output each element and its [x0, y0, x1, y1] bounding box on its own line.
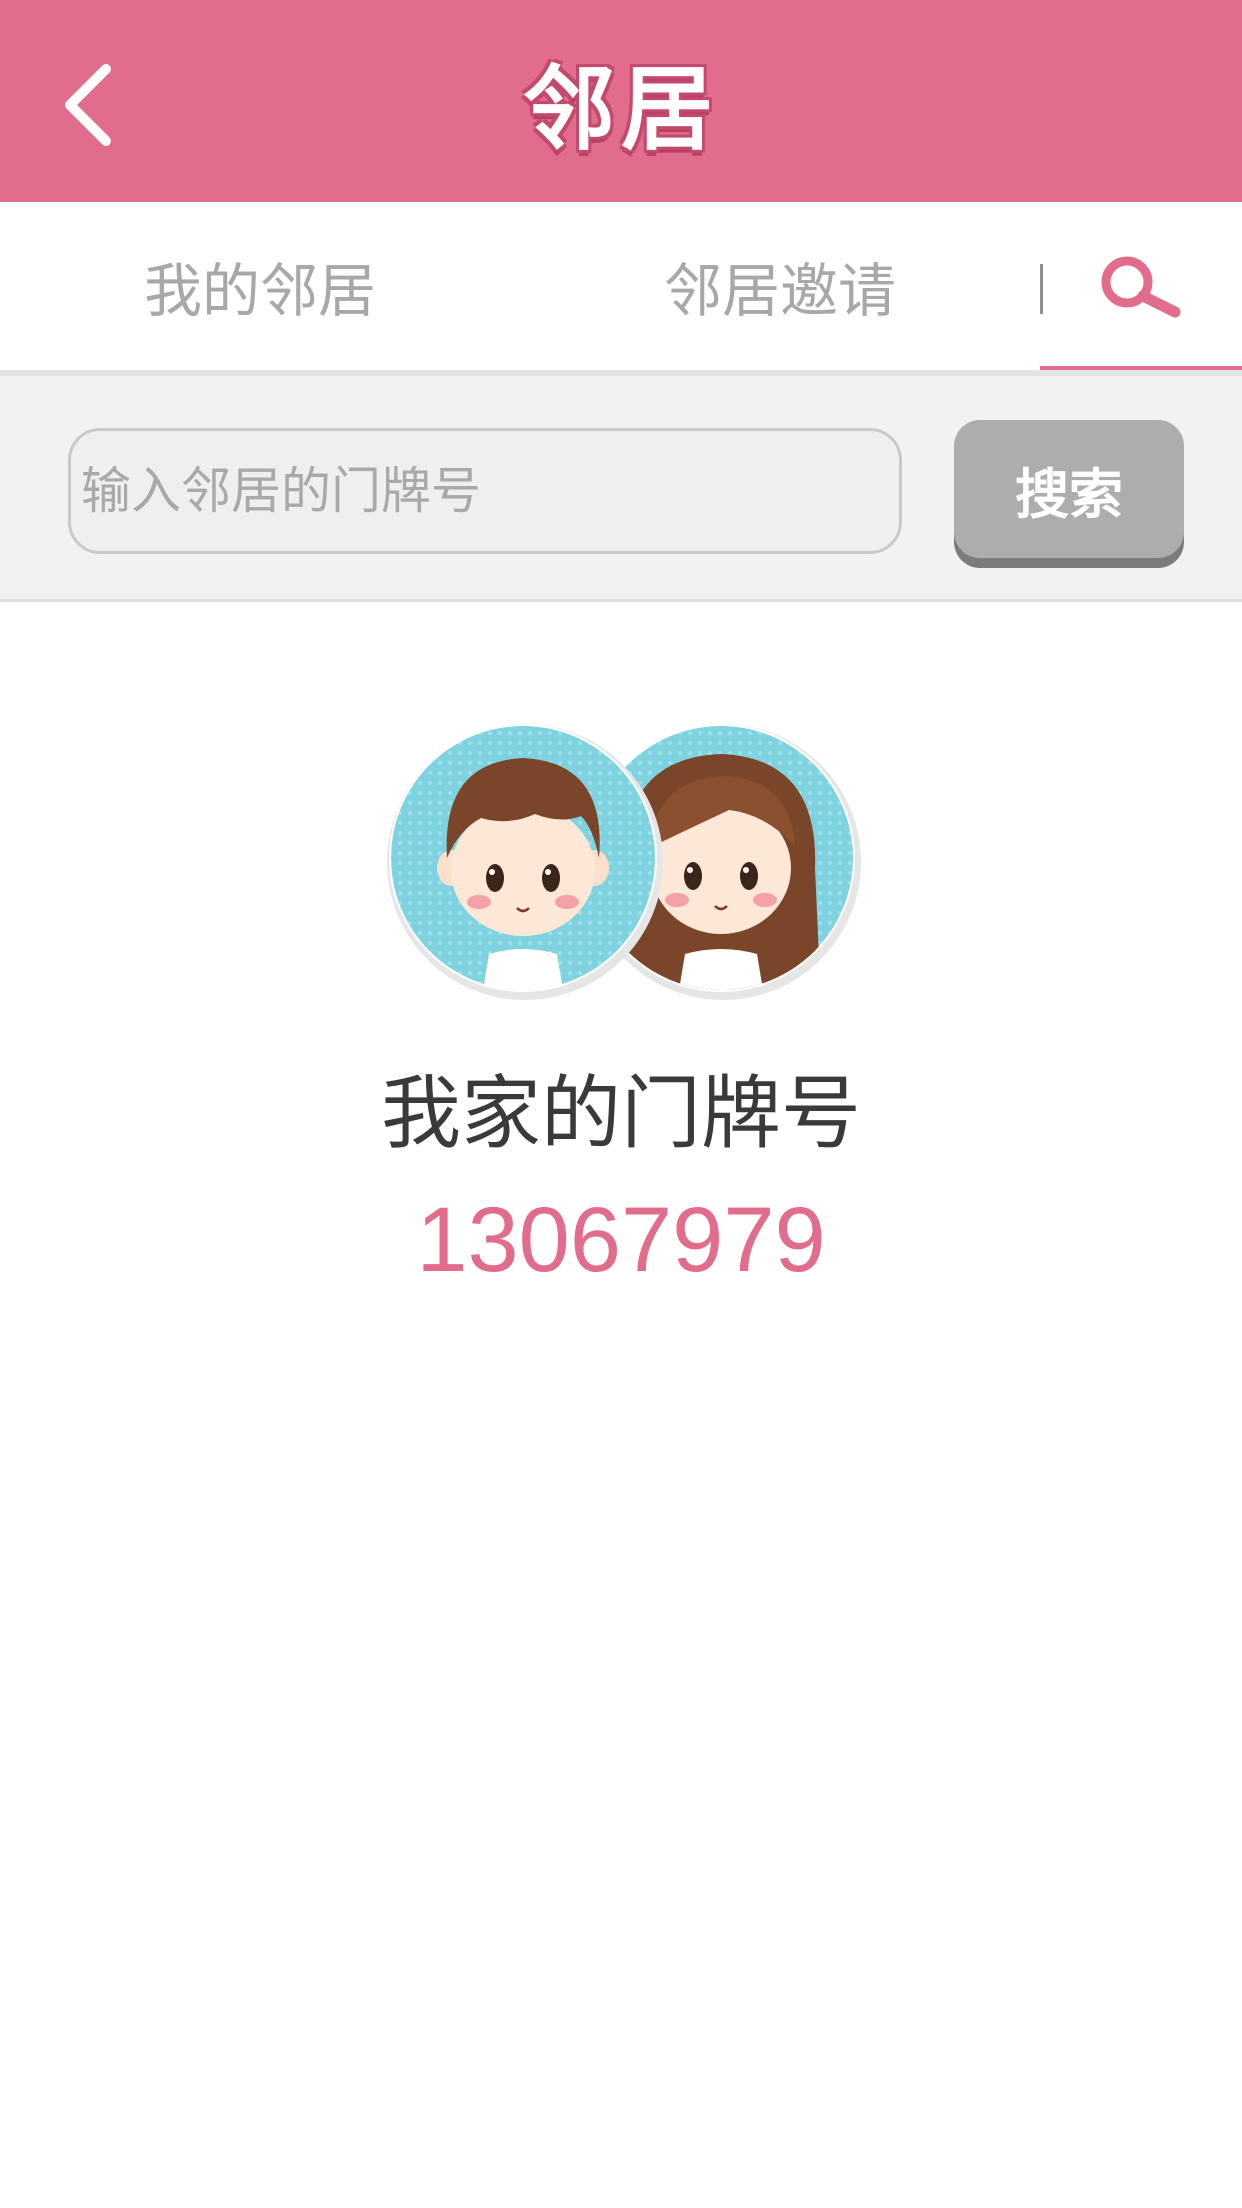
door-number-label: 我家的门牌号 — [381, 1067, 861, 1160]
page-title: 邻居 — [522, 55, 719, 163]
boy-avatar-icon — [387, 724, 663, 1000]
couple-avatars — [385, 718, 863, 1002]
search-panel: 搜索 — [0, 370, 1242, 602]
tab-neighbor-invites[interactable]: 邻居邀请 — [600, 202, 960, 370]
header-bar: 邻居 — [0, 0, 1242, 202]
tab-search[interactable] — [1040, 202, 1242, 370]
door-number-search-input[interactable] — [68, 428, 902, 554]
tab-my-neighbors[interactable]: 我的邻居 — [80, 202, 440, 370]
tab-bar: 我的邻居 邻居邀请 — [0, 202, 1242, 373]
search-button[interactable]: 搜索 — [954, 420, 1184, 558]
door-number-value: 13067979 — [416, 1188, 826, 1291]
search-icon — [1101, 256, 1181, 318]
